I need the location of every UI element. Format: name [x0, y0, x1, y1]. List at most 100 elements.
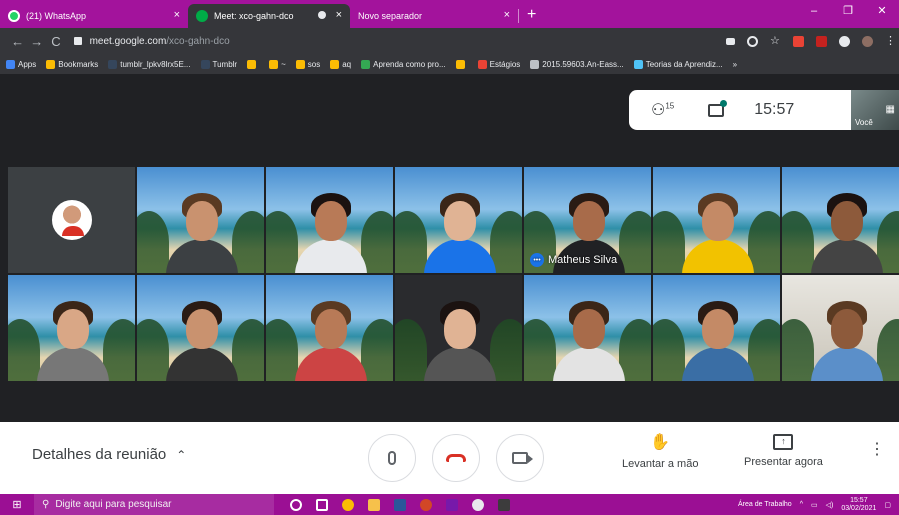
participant-tile[interactable]: [653, 167, 780, 273]
bookmark-item[interactable]: »: [733, 60, 737, 69]
bookmark-item[interactable]: Aprenda como pro...: [361, 59, 446, 69]
settings-icon[interactable]: [472, 498, 484, 511]
meet-stage: ⚇15 15:57 ▦ Você ••• Matheus Silva: [0, 74, 899, 422]
participant-tile[interactable]: [137, 167, 264, 273]
taskbar-clock[interactable]: 15:57 03/02/2021: [841, 497, 876, 513]
participant-tile[interactable]: [8, 275, 135, 381]
participant-video: [420, 187, 498, 273]
bookmark-item[interactable]: Tumblr: [200, 59, 237, 69]
puzzle-icon[interactable]: [839, 35, 850, 47]
search-icon: ⚲: [42, 499, 50, 510]
volume-icon[interactable]: ◁): [826, 501, 834, 509]
participant-tile[interactable]: [524, 275, 651, 381]
bookmark-item[interactable]: tumblr_lpkv8lrx5E...: [108, 59, 191, 69]
participant-tile[interactable]: [653, 275, 780, 381]
network-icon[interactable]: ▭: [811, 501, 818, 509]
participant-video: [33, 295, 111, 381]
end-call-button[interactable]: [432, 434, 480, 482]
bookmark-item[interactable]: 2015.59603.An-Eass...: [530, 59, 624, 69]
bookmark-item[interactable]: aq: [330, 59, 351, 69]
participant-tile[interactable]: [266, 275, 393, 381]
taskbar-search-input[interactable]: ⚲ Digite aqui para pesquisar: [34, 494, 274, 515]
present-now-button[interactable]: ↑ Presentar agora: [744, 434, 823, 468]
camera-button[interactable]: [496, 434, 544, 482]
cortana-icon[interactable]: [290, 498, 302, 511]
participant-tile[interactable]: [395, 275, 522, 381]
back-button[interactable]: ←: [8, 34, 27, 49]
bookmark-label: 2015.59603.An-Eass...: [542, 59, 624, 69]
app-icon[interactable]: [498, 498, 510, 511]
tab-new[interactable]: Novo separador ×: [350, 4, 518, 28]
bookmark-label: tumblr_lpkv8lrx5E...: [120, 59, 191, 69]
task-view-icon[interactable]: [316, 498, 328, 511]
maximize-button[interactable]: ❐: [831, 0, 865, 22]
participant-tile[interactable]: [782, 275, 899, 381]
close-tab-icon[interactable]: ×: [336, 9, 342, 21]
meeting-info-card: ⚇15 15:57 ▦ Você: [629, 90, 899, 130]
zoom-icon[interactable]: [747, 35, 758, 47]
participant-video: [807, 295, 885, 381]
chrome-icon[interactable]: [342, 498, 354, 511]
bookmark-item[interactable]: Teorias da Aprendiz...: [633, 59, 723, 69]
tab-whatsapp[interactable]: (21) WhatsApp ×: [0, 4, 188, 28]
menu-icon[interactable]: ⋮: [885, 35, 896, 47]
taskbar-time: 15:57: [850, 496, 868, 504]
taskbar-apps: [290, 498, 510, 511]
people-icon[interactable]: ⚇15: [651, 100, 674, 120]
windows-start-icon[interactable]: ⊞: [0, 498, 34, 511]
bookmark-item[interactable]: Estágios: [477, 59, 520, 69]
bookmark-icon: [330, 59, 340, 69]
notifications-icon[interactable]: ▢: [884, 501, 891, 509]
participant-tile[interactable]: [137, 275, 264, 381]
tab-meet[interactable]: Meet: xco-gahn-dco ×: [188, 4, 350, 28]
extension-icon[interactable]: [793, 35, 804, 47]
participant-name: Matheus Silva: [548, 254, 618, 266]
participant-video: [162, 187, 240, 273]
participant-tile[interactable]: [395, 167, 522, 273]
tab-divider: [518, 9, 519, 23]
meeting-details-button[interactable]: Detalhes da reunião ⌃: [32, 446, 186, 463]
bookmark-item[interactable]: Apps: [6, 59, 36, 69]
profile-avatar[interactable]: [862, 35, 873, 47]
minimize-button[interactable]: –: [797, 0, 831, 22]
self-view-tile[interactable]: ▦ Você: [851, 90, 899, 130]
bookmark-item[interactable]: [247, 59, 259, 69]
camera-icon[interactable]: [726, 37, 735, 45]
extension-icon[interactable]: [816, 35, 827, 47]
bookmark-item[interactable]: [455, 59, 468, 69]
microphone-button[interactable]: [368, 434, 416, 482]
word-icon[interactable]: [394, 498, 406, 511]
windows-taskbar: ⊞ ⚲ Digite aqui para pesquisar Área de T…: [0, 494, 899, 515]
tray-expand-icon[interactable]: ^: [800, 501, 803, 508]
bookmark-item[interactable]: sos: [295, 59, 321, 69]
address-bar[interactable]: meet.google.com /xco-gahn-dco: [73, 31, 726, 51]
bookmark-label: Teorias da Aprendiz...: [645, 59, 723, 69]
participant-grid: ••• Matheus Silva: [8, 167, 899, 381]
bookmark-label: Bookmarks: [58, 59, 99, 69]
bookmark-label: sos: [307, 59, 321, 69]
chat-icon[interactable]: [708, 99, 728, 117]
work-area-label[interactable]: Área de Trabalho: [738, 501, 792, 508]
reload-button[interactable]: C: [46, 34, 65, 49]
bookmark-icon: [269, 59, 279, 69]
close-tab-icon[interactable]: ×: [174, 9, 180, 21]
participant-tile[interactable]: [782, 167, 899, 273]
powerpoint-icon[interactable]: [420, 498, 432, 511]
close-window-button[interactable]: ✕: [865, 0, 899, 22]
close-tab-icon[interactable]: ×: [504, 9, 510, 21]
participant-tile[interactable]: [266, 167, 393, 273]
file-explorer-icon[interactable]: [368, 498, 380, 511]
participant-tile-avatar[interactable]: [8, 167, 135, 273]
participant-tile[interactable]: ••• Matheus Silva: [524, 167, 651, 273]
raise-hand-button[interactable]: ✋ Levantar a mão: [622, 434, 698, 470]
new-tab-button[interactable]: +: [527, 6, 536, 24]
forward-button[interactable]: →: [27, 34, 46, 49]
bookmark-icon: [6, 59, 15, 69]
search-placeholder: Digite aqui para pesquisar: [55, 499, 172, 510]
onenote-icon[interactable]: [446, 498, 458, 511]
bookmark-item[interactable]: Bookmarks: [46, 59, 99, 69]
layout-grid-icon[interactable]: ▦: [886, 104, 895, 115]
bookmark-item[interactable]: ~: [269, 59, 286, 69]
star-icon[interactable]: ☆: [770, 35, 781, 47]
more-options-button[interactable]: ⋮: [869, 442, 885, 458]
